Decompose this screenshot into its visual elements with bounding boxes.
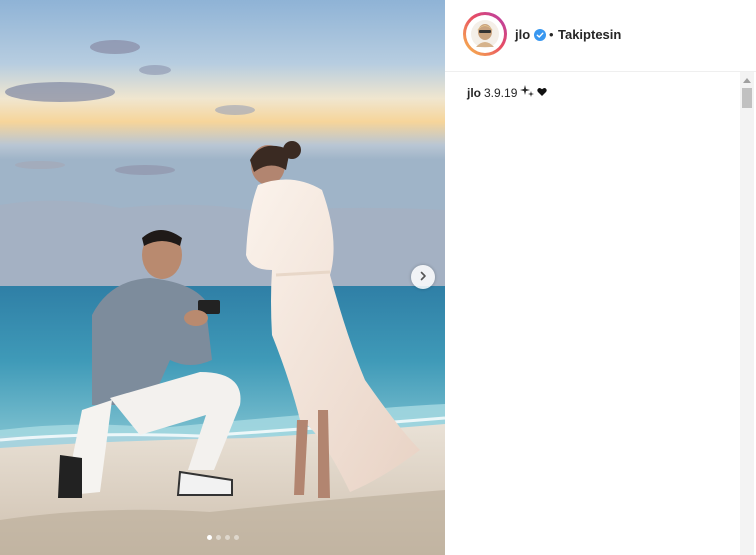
post-header: jlo • Takiptesin	[445, 0, 756, 72]
carousel-dot	[224, 535, 230, 540]
avatar[interactable]	[463, 12, 507, 56]
carousel-dot	[233, 535, 239, 540]
post-side-panel: jlo • Takiptesin jlo 3.9.19	[445, 0, 756, 555]
beach-proposal-photo	[0, 0, 445, 555]
avatar-portrait-icon	[471, 20, 499, 48]
header-separator: •	[549, 27, 554, 42]
next-slide-button[interactable]	[411, 265, 435, 289]
post-caption: jlo 3.9.19	[467, 84, 548, 101]
comments-scrollbar[interactable]	[740, 72, 754, 555]
caption-text: 3.9.19	[484, 85, 518, 100]
sparkles-icon	[520, 84, 535, 101]
verified-badge-icon	[534, 28, 546, 41]
post-photo[interactable]	[0, 0, 445, 555]
caption-username[interactable]: jlo	[467, 86, 481, 100]
carousel-dot	[206, 535, 212, 540]
scroll-up-arrow-icon[interactable]	[740, 74, 754, 86]
instagram-post: jlo • Takiptesin jlo 3.9.19	[0, 0, 756, 555]
chevron-right-icon	[418, 268, 428, 286]
following-button[interactable]: Takiptesin	[558, 27, 621, 42]
heart-icon	[537, 86, 548, 100]
carousel-indicator	[0, 535, 445, 540]
carousel-dot	[215, 535, 221, 540]
username-link[interactable]: jlo	[515, 27, 530, 42]
avatar-image	[466, 15, 504, 53]
scrollbar-thumb[interactable]	[742, 88, 752, 108]
